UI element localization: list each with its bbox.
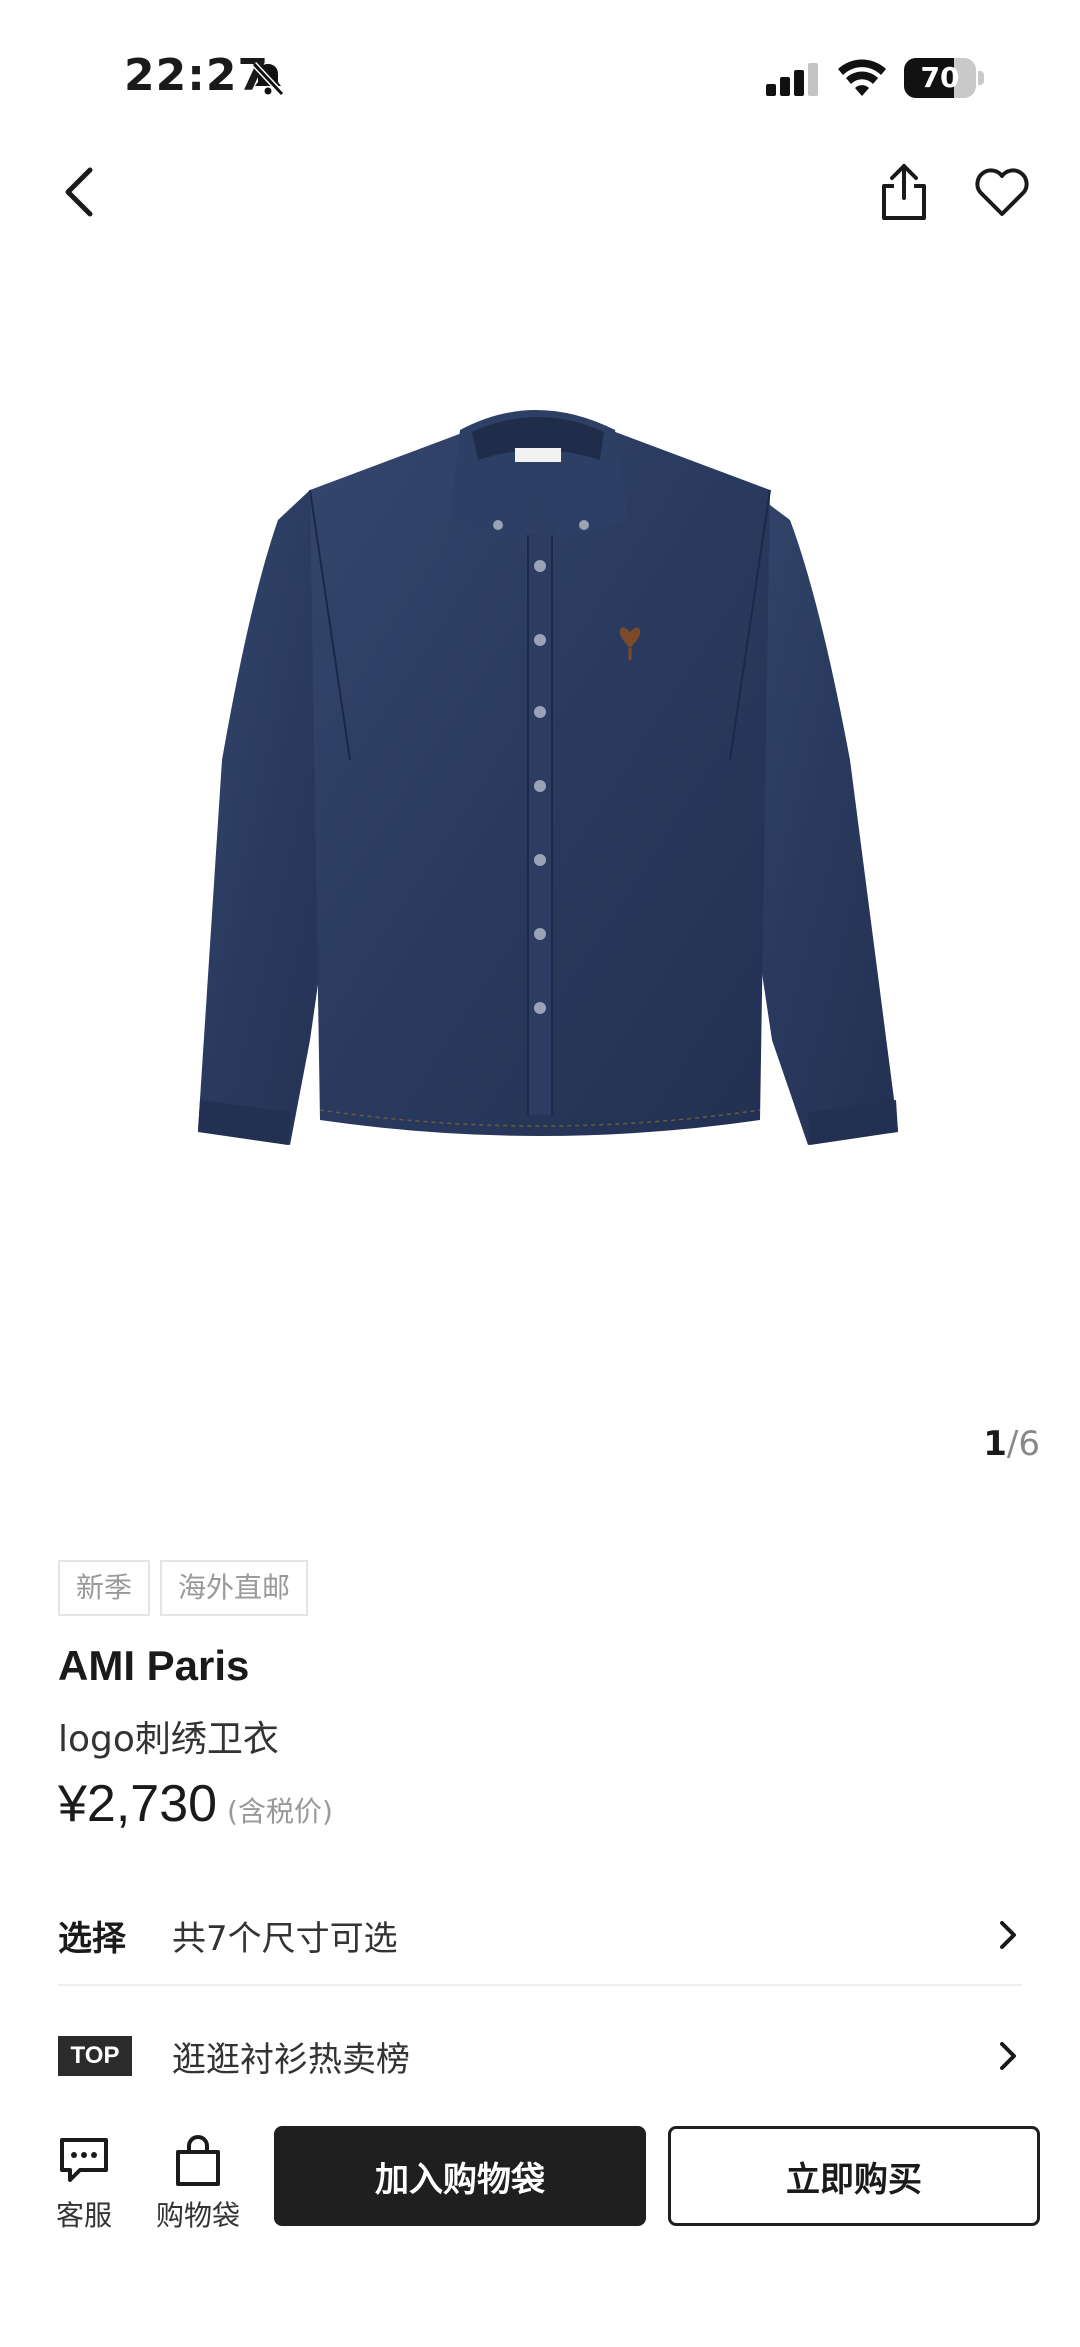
shopping-bag-icon — [176, 2135, 220, 2186]
add-to-bag-button[interactable]: 加入购物袋 — [274, 2126, 646, 2226]
battery-indicator: 70 — [904, 58, 984, 98]
brand-name[interactable]: AMI Paris — [58, 1642, 249, 1690]
select-label: 选择 — [58, 1918, 126, 1959]
customer-service-label: 客服 — [55, 2199, 112, 2232]
image-counter-current: 1 — [983, 1424, 1007, 1464]
tag-new-season: 新季 — [58, 1560, 151, 1616]
image-counter-total: 6 — [1018, 1424, 1040, 1464]
top-ranking-text: 逛逛衬衫热卖榜 — [172, 2039, 410, 2080]
product-image[interactable] — [160, 340, 920, 1180]
product-name: logo刺绣卫衣 — [58, 1719, 279, 1760]
shopping-bag-label: 购物袋 — [155, 2199, 240, 2232]
price: ¥2,730 — [58, 1775, 218, 1833]
bell-muted-icon — [251, 61, 285, 97]
select-text: 共7个尺寸可选 — [172, 1918, 398, 1959]
image-counter-separator: / — [1006, 1424, 1019, 1464]
top-badge: TOP — [58, 2036, 132, 2076]
favorite-button[interactable] — [972, 164, 1032, 220]
tag-overseas-direct: 海外直邮 — [160, 1560, 309, 1616]
back-button[interactable] — [56, 160, 104, 224]
wifi-icon — [838, 59, 886, 96]
top-ranking-row[interactable]: TOP 逛逛衬衫热卖榜 — [58, 2006, 1022, 2106]
size-select-row[interactable]: 选择 共7个尺寸可选 — [58, 1886, 1022, 1986]
shopping-bag-button[interactable]: 购物袋 — [150, 2134, 246, 2234]
buy-now-button[interactable]: 立即购买 — [668, 2126, 1040, 2226]
chat-bubble-icon — [60, 2138, 108, 2182]
price-note: (含税价) — [227, 1795, 333, 1828]
product-tags: 新季 海外直邮 — [58, 1560, 309, 1616]
price-row: ¥2,730 (含税价) — [58, 1774, 333, 1834]
image-counter: 1/6 — [983, 1424, 1040, 1464]
status-bar: 22:27 70 — [0, 0, 1080, 150]
customer-service-button[interactable]: 客服 — [36, 2134, 132, 2234]
bottom-action-bar: 客服 购物袋 加入购物袋 立即购买 — [0, 2120, 1080, 2260]
battery-level: 70 — [920, 61, 960, 94]
share-button[interactable] — [876, 160, 932, 224]
cellular-signal-icon — [766, 63, 818, 96]
chevron-right-icon — [1000, 2042, 1016, 2070]
chevron-right-icon — [1000, 1921, 1016, 1949]
